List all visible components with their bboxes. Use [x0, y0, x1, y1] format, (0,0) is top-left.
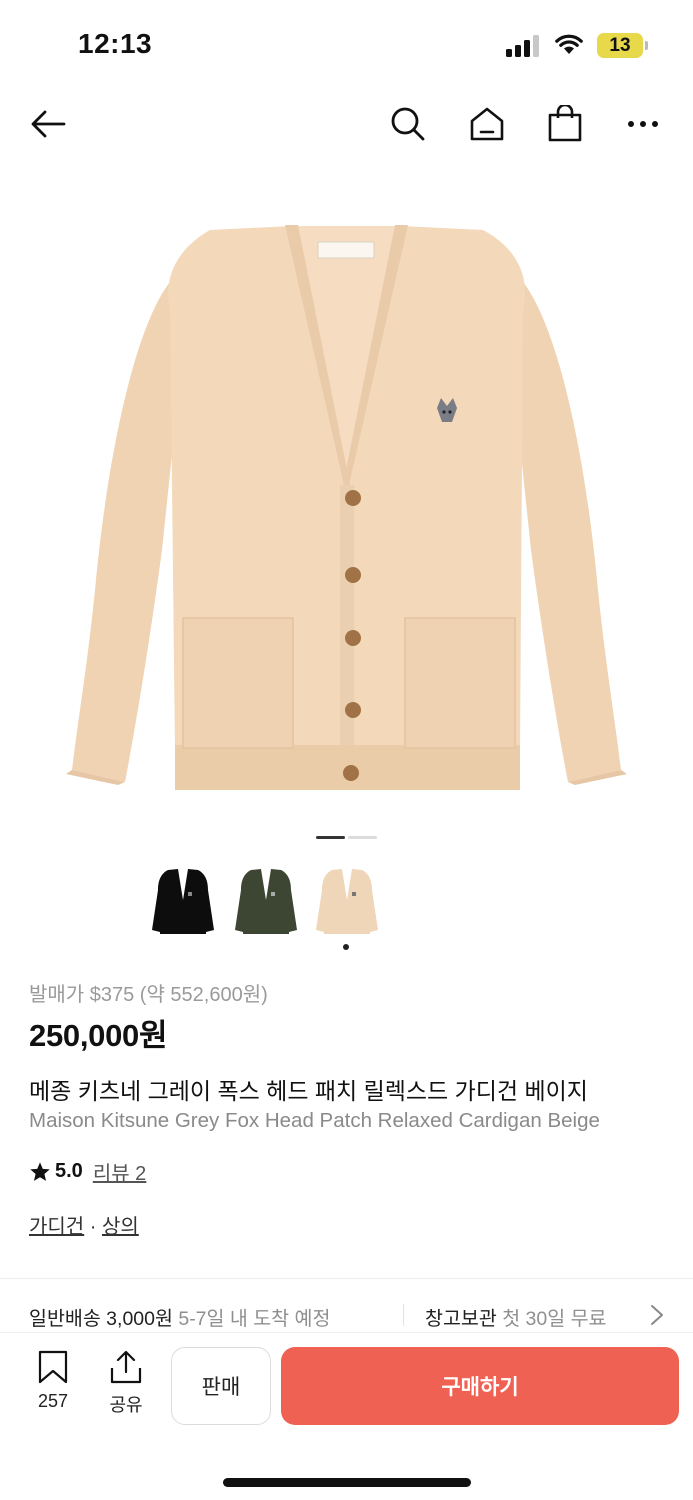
more-icon[interactable]: [619, 92, 667, 156]
share-icon: [110, 1350, 142, 1384]
home-icon[interactable]: [463, 92, 511, 156]
product-image[interactable]: [0, 170, 693, 820]
release-price: 발매가 $375 (약 552,600원): [29, 984, 268, 1006]
color-variant-thumbnails: [0, 860, 693, 950]
sell-button[interactable]: 판매: [171, 1347, 271, 1425]
rating-score: 5.0: [55, 1160, 83, 1182]
share-label: 공유: [109, 1395, 143, 1415]
shopping-bag-icon[interactable]: [541, 92, 589, 156]
bookmark-button[interactable]: 257: [24, 1350, 82, 1412]
share-button[interactable]: 공유: [98, 1350, 154, 1417]
price: 250,000원: [29, 1018, 168, 1053]
category-link-cardigan[interactable]: 가디건: [29, 1216, 84, 1238]
shipping-label: 일반배송 3,000원: [29, 1308, 173, 1330]
search-icon[interactable]: [384, 92, 432, 156]
category-separator: ·: [84, 1216, 102, 1238]
status-time: 12:13: [78, 28, 153, 59]
reviews-link[interactable]: 리뷰 2: [93, 1157, 146, 1186]
storage-label: 창고보관: [425, 1308, 497, 1330]
gallery-indicator-inactive: [348, 836, 377, 839]
star-icon: [30, 1161, 50, 1181]
category-breadcrumb: 가디건 · 상의: [29, 1210, 139, 1239]
back-arrow-icon[interactable]: [24, 92, 72, 156]
storage-info[interactable]: 창고보관 첫 30일 무료: [425, 1302, 606, 1331]
thumbnail-olive[interactable]: [231, 860, 301, 940]
rating: 5.0 리뷰 2: [29, 1157, 146, 1186]
divider: [403, 1304, 404, 1326]
shipping-eta: 5-7일 내 도착 예정: [178, 1308, 331, 1330]
top-navigation-bar: [0, 92, 693, 156]
bookmark-icon: [38, 1350, 68, 1384]
battery-indicator: 13: [597, 33, 643, 58]
selected-thumbnail-dot: [343, 944, 349, 950]
bookmark-count: 257: [37, 1391, 69, 1411]
category-link-top[interactable]: 상의: [102, 1216, 139, 1238]
thumbnail-beige[interactable]: [312, 860, 382, 940]
divider: [0, 1278, 693, 1279]
chevron-right-icon[interactable]: [648, 1303, 666, 1327]
buy-button[interactable]: 구매하기: [281, 1347, 679, 1425]
product-name-english: Maison Kitsune Grey Fox Head Patch Relax…: [29, 1109, 600, 1132]
wifi-icon: [555, 34, 583, 54]
gallery-indicator-active: [316, 836, 345, 839]
home-indicator: [223, 1478, 471, 1487]
thumbnail-black[interactable]: [148, 860, 218, 940]
storage-detail: 첫 30일 무료: [502, 1308, 607, 1330]
cellular-signal-icon: [506, 35, 542, 57]
shipping-info[interactable]: 일반배송 3,000원 5-7일 내 도착 예정: [29, 1302, 330, 1331]
product-detail-page: 12:13 13 발매가 $375 (약 552,600원) 250,000원 …: [0, 0, 693, 1500]
status-bar: 12:13 13: [0, 0, 693, 92]
product-name-korean: 메종 키츠네 그레이 폭스 헤드 패치 릴렉스드 가디건 베이지: [29, 1078, 588, 1104]
